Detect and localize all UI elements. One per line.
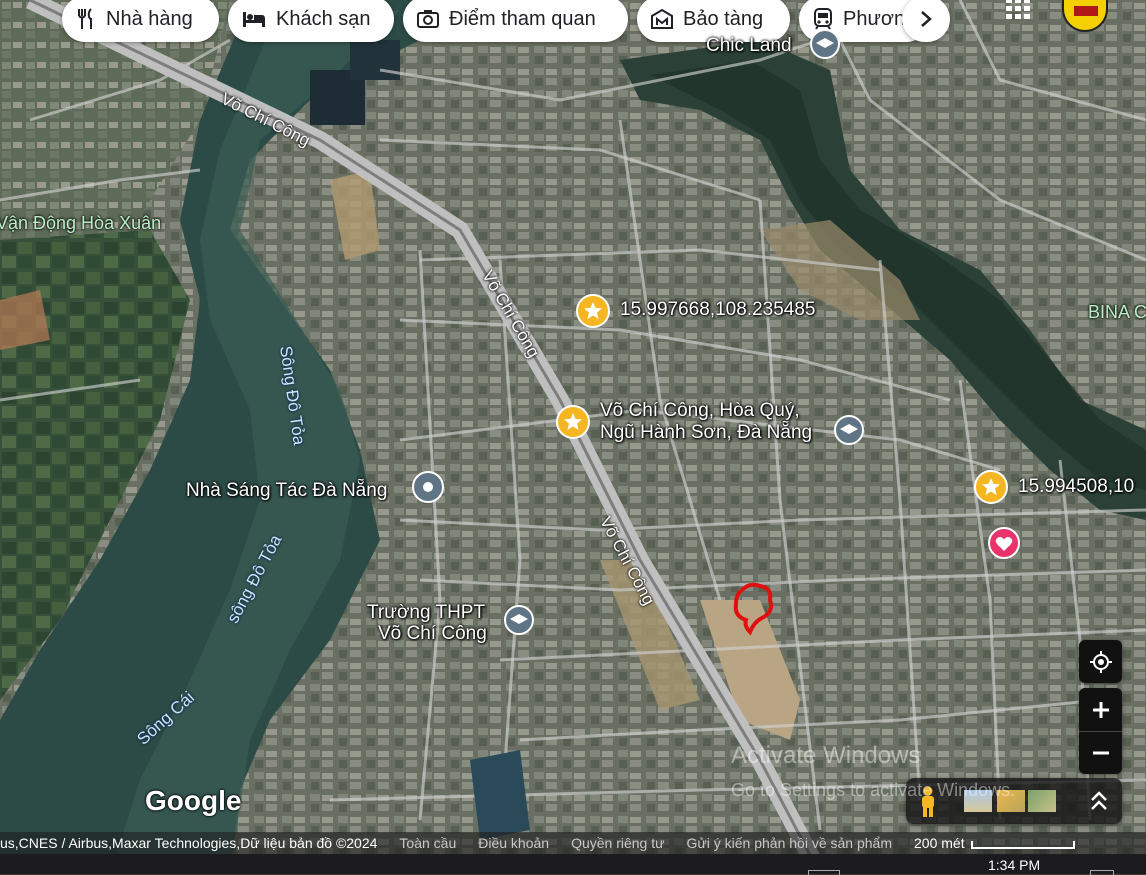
transit-icon xyxy=(814,8,832,30)
scale-bar xyxy=(970,841,1075,849)
drawn-area-outline[interactable] xyxy=(730,582,776,636)
address-label-line2[interactable]: Ngũ Hành Sơn, Đà Nẵng xyxy=(600,422,812,444)
school-pin-icon[interactable] xyxy=(501,604,537,640)
global-link[interactable]: Toàn cầu xyxy=(399,835,456,851)
place-label-school-line2[interactable]: Võ Chí Công xyxy=(378,623,487,645)
coordinate-label-1[interactable]: 15.997668,108.235485 xyxy=(620,299,815,321)
plus-icon xyxy=(1092,701,1109,718)
zoom-out-button[interactable] xyxy=(1079,732,1122,774)
avatar-logo-mark xyxy=(1074,6,1098,16)
chip-label: Phươn xyxy=(843,7,906,30)
taskbar-app-icon[interactable] xyxy=(808,870,840,875)
heart-pin-icon[interactable] xyxy=(986,526,1022,562)
scale-label[interactable]: 200 mét xyxy=(914,835,965,851)
zoom-controls xyxy=(1079,688,1122,774)
attribution-credits: us,CNES / Airbus,Maxar Technologies,Dữ l… xyxy=(0,835,378,851)
place-label-school-line1[interactable]: Trường THPT xyxy=(367,602,485,624)
privacy-link[interactable]: Quyền riêng tư xyxy=(571,835,664,851)
place-label-van-dong[interactable]: Vận Động Hòa Xuân xyxy=(0,213,161,234)
place-label-nha-sang-tac[interactable]: Nhà Sáng Tác Đà Nẵng xyxy=(186,480,387,502)
place-label-chic-land[interactable]: Chic Land xyxy=(706,35,792,57)
zoom-in-button[interactable] xyxy=(1079,688,1122,732)
museum-icon xyxy=(651,8,673,29)
chip-attractions[interactable]: Điểm tham quan xyxy=(403,0,628,42)
camera-icon xyxy=(417,10,439,28)
chip-label: Bảo tàng xyxy=(683,7,764,30)
feedback-link[interactable]: Gửi ý kiến phản hồi về sản phẩm xyxy=(687,835,893,851)
restaurant-icon xyxy=(78,8,92,29)
place-label-bina[interactable]: BINA C xyxy=(1088,302,1146,323)
chip-label: Điểm tham quan xyxy=(449,7,596,30)
terms-link[interactable]: Điều khoản xyxy=(478,835,549,851)
address-label-line1[interactable]: Võ Chí Công, Hòa Quý, xyxy=(600,400,800,422)
layer-thumbnail-satellite[interactable] xyxy=(1028,790,1056,812)
chip-restaurants[interactable]: Nhà hàng xyxy=(62,0,219,42)
my-location-button[interactable] xyxy=(1079,640,1122,683)
school-pin-icon[interactable] xyxy=(831,414,867,450)
chip-label: Nhà hàng xyxy=(106,7,193,30)
activation-watermark-subtitle: Go to Settings to activate Windows. xyxy=(731,780,1016,800)
taskbar-clock[interactable]: 1:34 PM xyxy=(988,857,1040,873)
google-logo: Google xyxy=(145,785,242,816)
chip-label: Khách sạn xyxy=(276,7,371,30)
starred-place-marker[interactable] xyxy=(556,405,590,439)
star-icon xyxy=(584,302,602,319)
notification-icon[interactable] xyxy=(1090,870,1114,875)
hotel-icon xyxy=(243,12,265,27)
coordinate-label-2[interactable]: 15.994508,10 xyxy=(1018,476,1134,498)
chips-next-button[interactable] xyxy=(902,0,950,42)
taskbar: 1:34 PM xyxy=(0,854,1146,875)
expand-layers-icon[interactable] xyxy=(1090,790,1108,812)
location-pin-icon[interactable] xyxy=(410,470,446,506)
attribution-bar: us,CNES / Airbus,Maxar Technologies,Dữ l… xyxy=(0,832,1146,854)
minus-icon xyxy=(1092,751,1109,755)
star-icon xyxy=(982,478,1000,495)
school-pin-icon[interactable] xyxy=(807,28,843,64)
crosshair-icon xyxy=(1089,650,1112,673)
apps-grid-icon[interactable] xyxy=(1004,0,1032,20)
starred-place-marker[interactable] xyxy=(576,294,610,328)
chevron-right-icon xyxy=(921,11,932,27)
chip-hotels[interactable]: Khách sạn xyxy=(228,0,394,42)
activation-watermark-title: Activate Windows xyxy=(731,742,921,769)
star-icon xyxy=(564,413,582,430)
starred-place-marker[interactable] xyxy=(974,470,1008,504)
